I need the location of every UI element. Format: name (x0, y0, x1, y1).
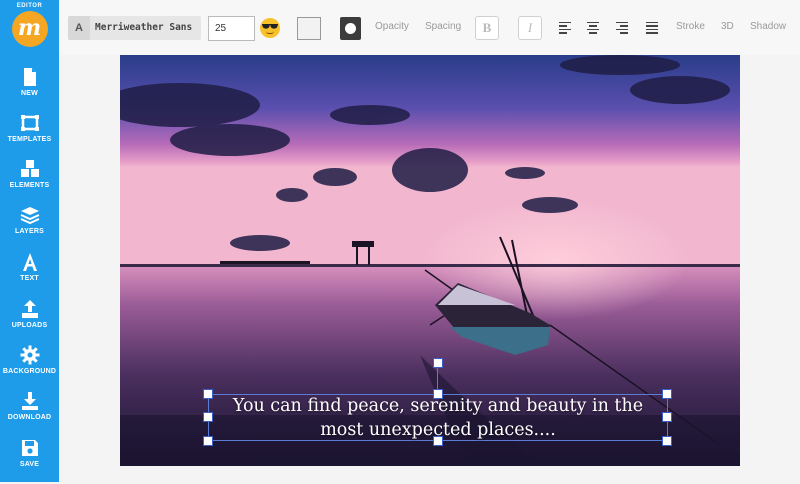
italic-button[interactable]: I (518, 16, 542, 40)
sidebar-item-label: ELEMENTS (9, 182, 50, 189)
resize-handle-bottom-center[interactable] (433, 436, 443, 446)
mouth (266, 31, 274, 34)
sidebar-item-label: LAYERS (15, 228, 44, 235)
font-icon: A (68, 16, 90, 40)
sidebar: EDITOR m NEW TEMPLATES ELEMENTS LAYERS T… (0, 0, 59, 482)
sidebar-item-label: DOWNLOAD (7, 414, 52, 421)
sidebar-item-label: TEMPLATES (7, 136, 52, 143)
gear-icon (20, 345, 39, 365)
resize-handle-bottom-left[interactable] (203, 436, 213, 446)
file-icon (23, 68, 36, 86)
align-right-icon[interactable] (616, 22, 628, 34)
resize-handle-middle-right[interactable] (662, 412, 672, 422)
stroke-button[interactable]: Stroke (676, 21, 705, 32)
sunglasses-icon (262, 24, 278, 29)
sidebar-item-label: BACKGROUND (2, 368, 57, 375)
brand: EDITOR m (0, 3, 59, 47)
resize-handle-bottom-right[interactable] (662, 436, 672, 446)
sidebar-item-background[interactable]: BACKGROUND (0, 345, 59, 391)
sidebar-item-elements[interactable]: ELEMENTS (0, 159, 59, 205)
sidebar-item-layers[interactable]: LAYERS (0, 205, 59, 251)
sidebar-item-save[interactable]: SAVE (0, 438, 59, 484)
font-size-input[interactable]: 25 (208, 16, 255, 41)
sidebar-item-label: TEXT (20, 275, 39, 282)
brand-label: EDITOR (16, 3, 43, 9)
font-family-name: Merriweather Sans (95, 22, 193, 33)
resize-handle-top-right[interactable] (662, 389, 672, 399)
layers-icon (20, 207, 39, 225)
resize-handle-top-left[interactable] (203, 389, 213, 399)
opacity-button[interactable]: Opacity (375, 21, 409, 32)
logo[interactable]: m (11, 11, 48, 47)
sidebar-item-new[interactable]: NEW (0, 67, 59, 113)
shadow-button[interactable]: Shadow (750, 21, 786, 32)
3d-button[interactable]: 3D (721, 21, 734, 32)
sidebar-item-label: NEW (21, 90, 38, 97)
text-toolbar: A Merriweather Sans 25 Opacity Spacing B… (59, 0, 800, 55)
caption-text[interactable]: You can find peace, serenity and beauty … (208, 394, 668, 442)
save-icon (21, 440, 38, 456)
align-left-icon[interactable] (559, 22, 571, 34)
align-justify-icon[interactable] (646, 22, 658, 34)
text-icon (22, 253, 37, 271)
spacing-button[interactable]: Spacing (425, 21, 461, 32)
download-icon (21, 392, 38, 410)
sidebar-item-label: SAVE (19, 461, 40, 468)
bold-button[interactable]: B (475, 16, 499, 40)
circle-icon (345, 23, 356, 34)
resize-handle-middle-left[interactable] (203, 412, 213, 422)
text-color-swatch[interactable] (297, 17, 321, 40)
sunglasses-emoji-icon[interactable] (260, 18, 280, 38)
logo-letter: m (17, 15, 42, 41)
sidebar-item-uploads[interactable]: UPLOADS (0, 299, 59, 345)
rotate-handle[interactable] (433, 358, 443, 368)
sidebar-item-templates[interactable]: TEMPLATES (0, 113, 59, 159)
upload-icon (21, 300, 38, 318)
align-center-icon[interactable] (587, 22, 599, 34)
templates-icon (20, 115, 39, 131)
text-background-swatch[interactable] (340, 17, 361, 40)
sidebar-item-label: UPLOADS (11, 322, 48, 329)
sidebar-item-text[interactable]: TEXT (0, 252, 59, 298)
sidebar-item-download[interactable]: DOWNLOAD (0, 391, 59, 437)
elements-icon (20, 160, 39, 177)
resize-handle-top-center[interactable] (433, 389, 443, 399)
font-family-select[interactable]: A Merriweather Sans (68, 16, 201, 40)
